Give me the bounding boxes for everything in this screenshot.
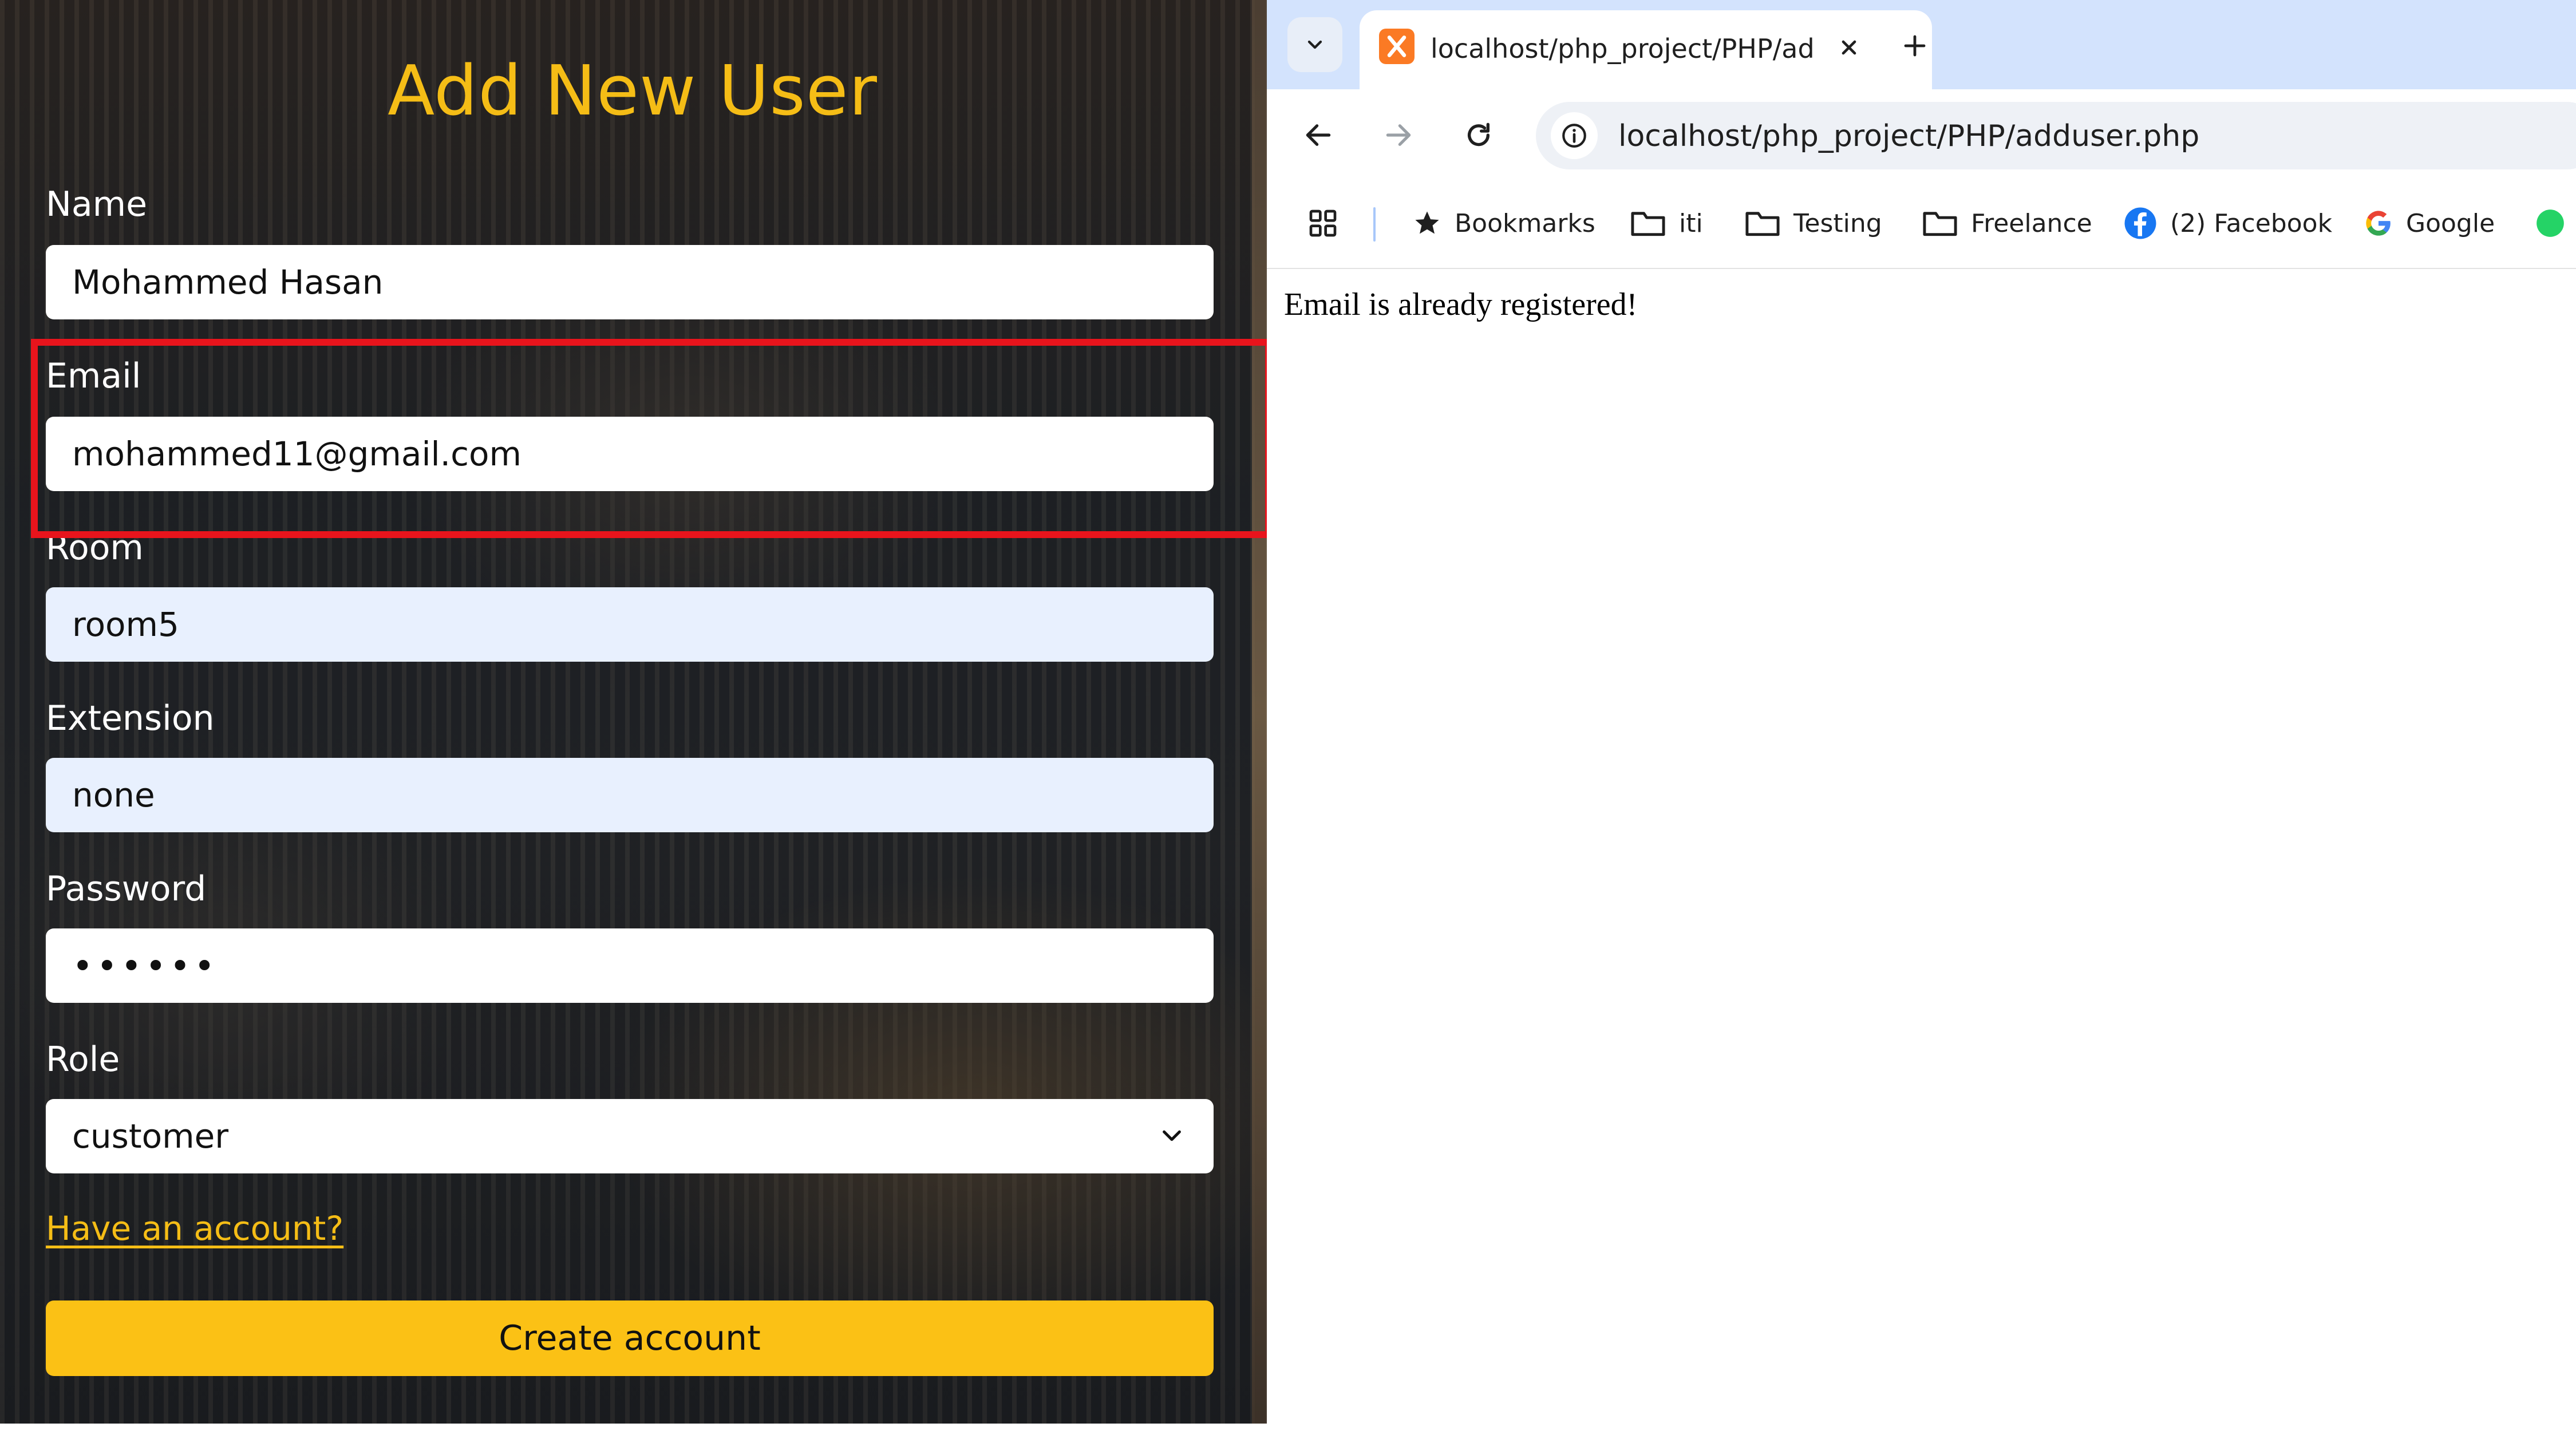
background-edge	[1252, 0, 1267, 1424]
extension-label: Extension	[46, 698, 215, 738]
have-account-link[interactable]: Have an account?	[46, 1209, 343, 1248]
bookmark-label: Testing	[1793, 208, 1882, 238]
folder-icon	[1923, 212, 1957, 236]
reload-icon	[1468, 122, 1490, 147]
role-select-value: customer	[72, 1117, 229, 1156]
site-info-button[interactable]	[1551, 112, 1598, 159]
bookmark-label: iti	[1679, 208, 1703, 238]
close-tab-button[interactable]	[1829, 27, 1869, 68]
bookmark-facebook[interactable]: (2) Facebook	[2123, 203, 2332, 244]
forward-button[interactable]	[1376, 112, 1421, 158]
url-text: localhost/php_project/PHP/adduser.php	[1618, 119, 2200, 153]
bookmarks-separator	[1373, 207, 1376, 242]
back-button[interactable]	[1295, 112, 1341, 158]
form-title: Add New User	[388, 52, 878, 131]
role-label: Role	[46, 1039, 120, 1080]
role-select[interactable]: customer	[46, 1099, 1214, 1173]
google-icon	[2366, 211, 2391, 236]
bookmark-iti[interactable]: iti	[1630, 203, 1703, 244]
email-highlight-annotation	[31, 339, 1267, 538]
tab-search-button[interactable]	[1287, 17, 1342, 72]
bookmark-label: Google	[2406, 208, 2495, 238]
arrow-right-icon	[1386, 124, 1411, 146]
info-icon	[1562, 124, 1586, 148]
close-icon	[1842, 40, 1856, 55]
add-user-form-panel: Add New User Name Mohammed Hasan Email m…	[0, 0, 1267, 1424]
active-tab[interactable]: localhost/php_project/PHP/adduser.php	[1360, 10, 1932, 89]
error-message: Email is already registered!	[1284, 287, 1638, 322]
plus-icon	[1904, 35, 1926, 57]
bookmark-freelance[interactable]: Freelance	[1922, 203, 2092, 244]
password-input[interactable]: ••••••	[46, 928, 1214, 1003]
whatsapp-icon	[2537, 209, 2564, 237]
bookmarks-bar: Bookmarks iti Testing Freelance (2) Face…	[1267, 179, 2576, 270]
page-content: Email is already registered!	[1267, 269, 2576, 1431]
browser-window: localhost/php_project/PHP/adduser.php	[1267, 0, 2576, 1431]
apps-button[interactable]	[1307, 203, 1352, 244]
apps-grid-icon	[1309, 209, 1337, 237]
bookmark-label: Freelance	[1971, 208, 2092, 238]
room-input[interactable]: room5	[46, 587, 1214, 662]
browser-toolbar: localhost/php_project/PHP/adduser.php	[1267, 89, 2576, 179]
password-label: Password	[46, 869, 207, 909]
tab-title: localhost/php_project/PHP/adduser.php	[1431, 33, 1814, 64]
tab-strip: localhost/php_project/PHP/adduser.php	[1267, 0, 2576, 89]
star-icon	[1415, 211, 1439, 234]
facebook-icon	[2124, 207, 2156, 239]
bookmark-bookmarks[interactable]: Bookmarks	[1412, 203, 1595, 244]
folder-icon	[1631, 212, 1665, 236]
chevron-down-icon	[1307, 40, 1322, 49]
name-label: Name	[46, 184, 148, 224]
bookmark-label: (2) Facebook	[2170, 208, 2333, 238]
address-bar[interactable]: localhost/php_project/PHP/adduser.php	[1536, 102, 2576, 169]
create-account-button[interactable]: Create account	[46, 1300, 1214, 1376]
xampp-icon	[1379, 29, 1415, 64]
bookmark-extra[interactable]	[2535, 203, 2576, 244]
bookmark-testing[interactable]: Testing	[1744, 203, 1882, 244]
folder-icon	[1745, 212, 1780, 236]
reload-button[interactable]	[1456, 112, 1502, 158]
bookmark-label: Bookmarks	[1455, 208, 1595, 238]
arrow-left-icon	[1306, 124, 1331, 146]
chevron-down-icon	[1163, 1130, 1181, 1141]
name-input[interactable]: Mohammed Hasan	[46, 245, 1214, 319]
new-tab-button[interactable]	[1892, 23, 1938, 69]
bookmark-google[interactable]: Google	[2364, 203, 2495, 244]
extension-input[interactable]: none	[46, 758, 1214, 832]
